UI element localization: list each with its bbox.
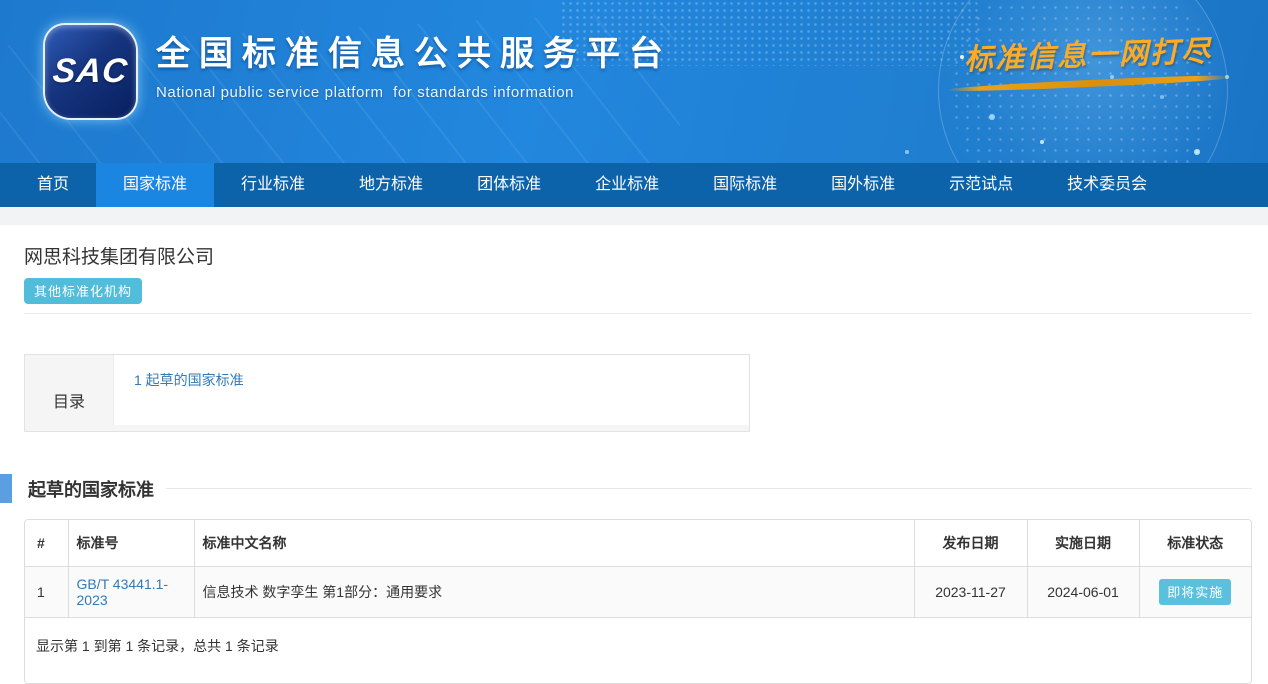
table-row: 1 GB/T 43441.1-2023 信息技术 数字孪生 第1部分：通用要求 …	[25, 567, 1251, 618]
site-subtitle: National public service platform for sta…	[156, 84, 672, 101]
nav-item-home[interactable]: 首页	[10, 163, 96, 207]
site-header: SAC 全国标准信息公共服务平台 National public service…	[0, 0, 1268, 163]
column-header-status: 标准状态	[1139, 520, 1251, 567]
site-title-block: 全国标准信息公共服务平台 National public service pla…	[156, 26, 672, 101]
column-header-publish-date: 发布日期	[914, 520, 1027, 567]
table-record-summary: 显示第 1 到第 1 条记录，总共 1 条记录	[25, 618, 1251, 683]
cell-standard-code: GB/T 43441.1-2023	[68, 567, 194, 618]
standards-table: # 标准号 标准中文名称 发布日期 实施日期 标准状态 1 GB/T 43441…	[25, 520, 1251, 618]
nav-item-industry-standards[interactable]: 行业标准	[214, 163, 332, 207]
standards-table-container: # 标准号 标准中文名称 发布日期 实施日期 标准状态 1 GB/T 43441…	[24, 519, 1252, 684]
section-header: 起草的国家标准	[0, 474, 1268, 503]
page: SAC 全国标准信息公共服务平台 National public service…	[0, 0, 1268, 675]
column-header-implementation-date: 实施日期	[1027, 520, 1139, 567]
catalog-link-drafted-standards[interactable]: 1 起草的国家标准	[134, 372, 244, 388]
organization-type-badge: 其他标准化机构	[24, 278, 142, 304]
site-title: 全国标准信息公共服务平台	[156, 26, 672, 75]
column-header-standard-name: 标准中文名称	[194, 520, 914, 567]
cell-index: 1	[25, 567, 68, 618]
cell-implementation-date: 2024-06-01	[1027, 567, 1139, 618]
nav-item-foreign-standards[interactable]: 国外标准	[804, 163, 922, 207]
cell-standard-name: 信息技术 数字孪生 第1部分：通用要求	[194, 567, 914, 618]
nav-item-enterprise-standards[interactable]: 企业标准	[568, 163, 686, 207]
nav-item-technical-committee[interactable]: 技术委员会	[1040, 163, 1174, 207]
slogan-block: 标准信息一网打尽	[938, 32, 1238, 87]
main-nav: 首页 国家标准 行业标准 地方标准 团体标准 企业标准 国际标准 国外标准 示范…	[0, 163, 1268, 207]
section-title: 起草的国家标准	[28, 476, 154, 502]
nav-item-pilot-demonstration[interactable]: 示范试点	[922, 163, 1040, 207]
catalog-body: 1 起草的国家标准	[113, 355, 749, 425]
catalog-box: 目录 1 起草的国家标准	[24, 354, 750, 432]
section-accent-bar	[0, 474, 12, 503]
sac-logo[interactable]: SAC	[45, 25, 136, 118]
section-rule	[166, 488, 1252, 489]
column-header-index: #	[25, 520, 68, 567]
table-header-row: # 标准号 标准中文名称 发布日期 实施日期 标准状态	[25, 520, 1251, 567]
standard-code-link[interactable]: GB/T 43441.1-2023	[77, 576, 169, 608]
nav-content-gap	[0, 207, 1268, 225]
sac-logo-text: SAC	[51, 52, 130, 91]
slogan-text: 标准信息一网打尽	[963, 28, 1212, 79]
catalog-label: 目录	[25, 355, 113, 431]
organization-name: 网思科技集团有限公司	[24, 242, 1252, 269]
organization-separator	[24, 313, 1252, 314]
nav-item-local-standards[interactable]: 地方标准	[332, 163, 450, 207]
cell-publish-date: 2023-11-27	[914, 567, 1027, 618]
cell-status: 即将实施	[1139, 567, 1251, 618]
status-badge: 即将实施	[1159, 579, 1231, 605]
nav-item-group-standards[interactable]: 团体标准	[450, 163, 568, 207]
organization-block: 网思科技集团有限公司 其他标准化机构	[0, 225, 1268, 304]
column-header-standard-code: 标准号	[68, 520, 194, 567]
nav-item-international-standards[interactable]: 国际标准	[686, 163, 804, 207]
nav-item-national-standards[interactable]: 国家标准	[96, 163, 214, 207]
